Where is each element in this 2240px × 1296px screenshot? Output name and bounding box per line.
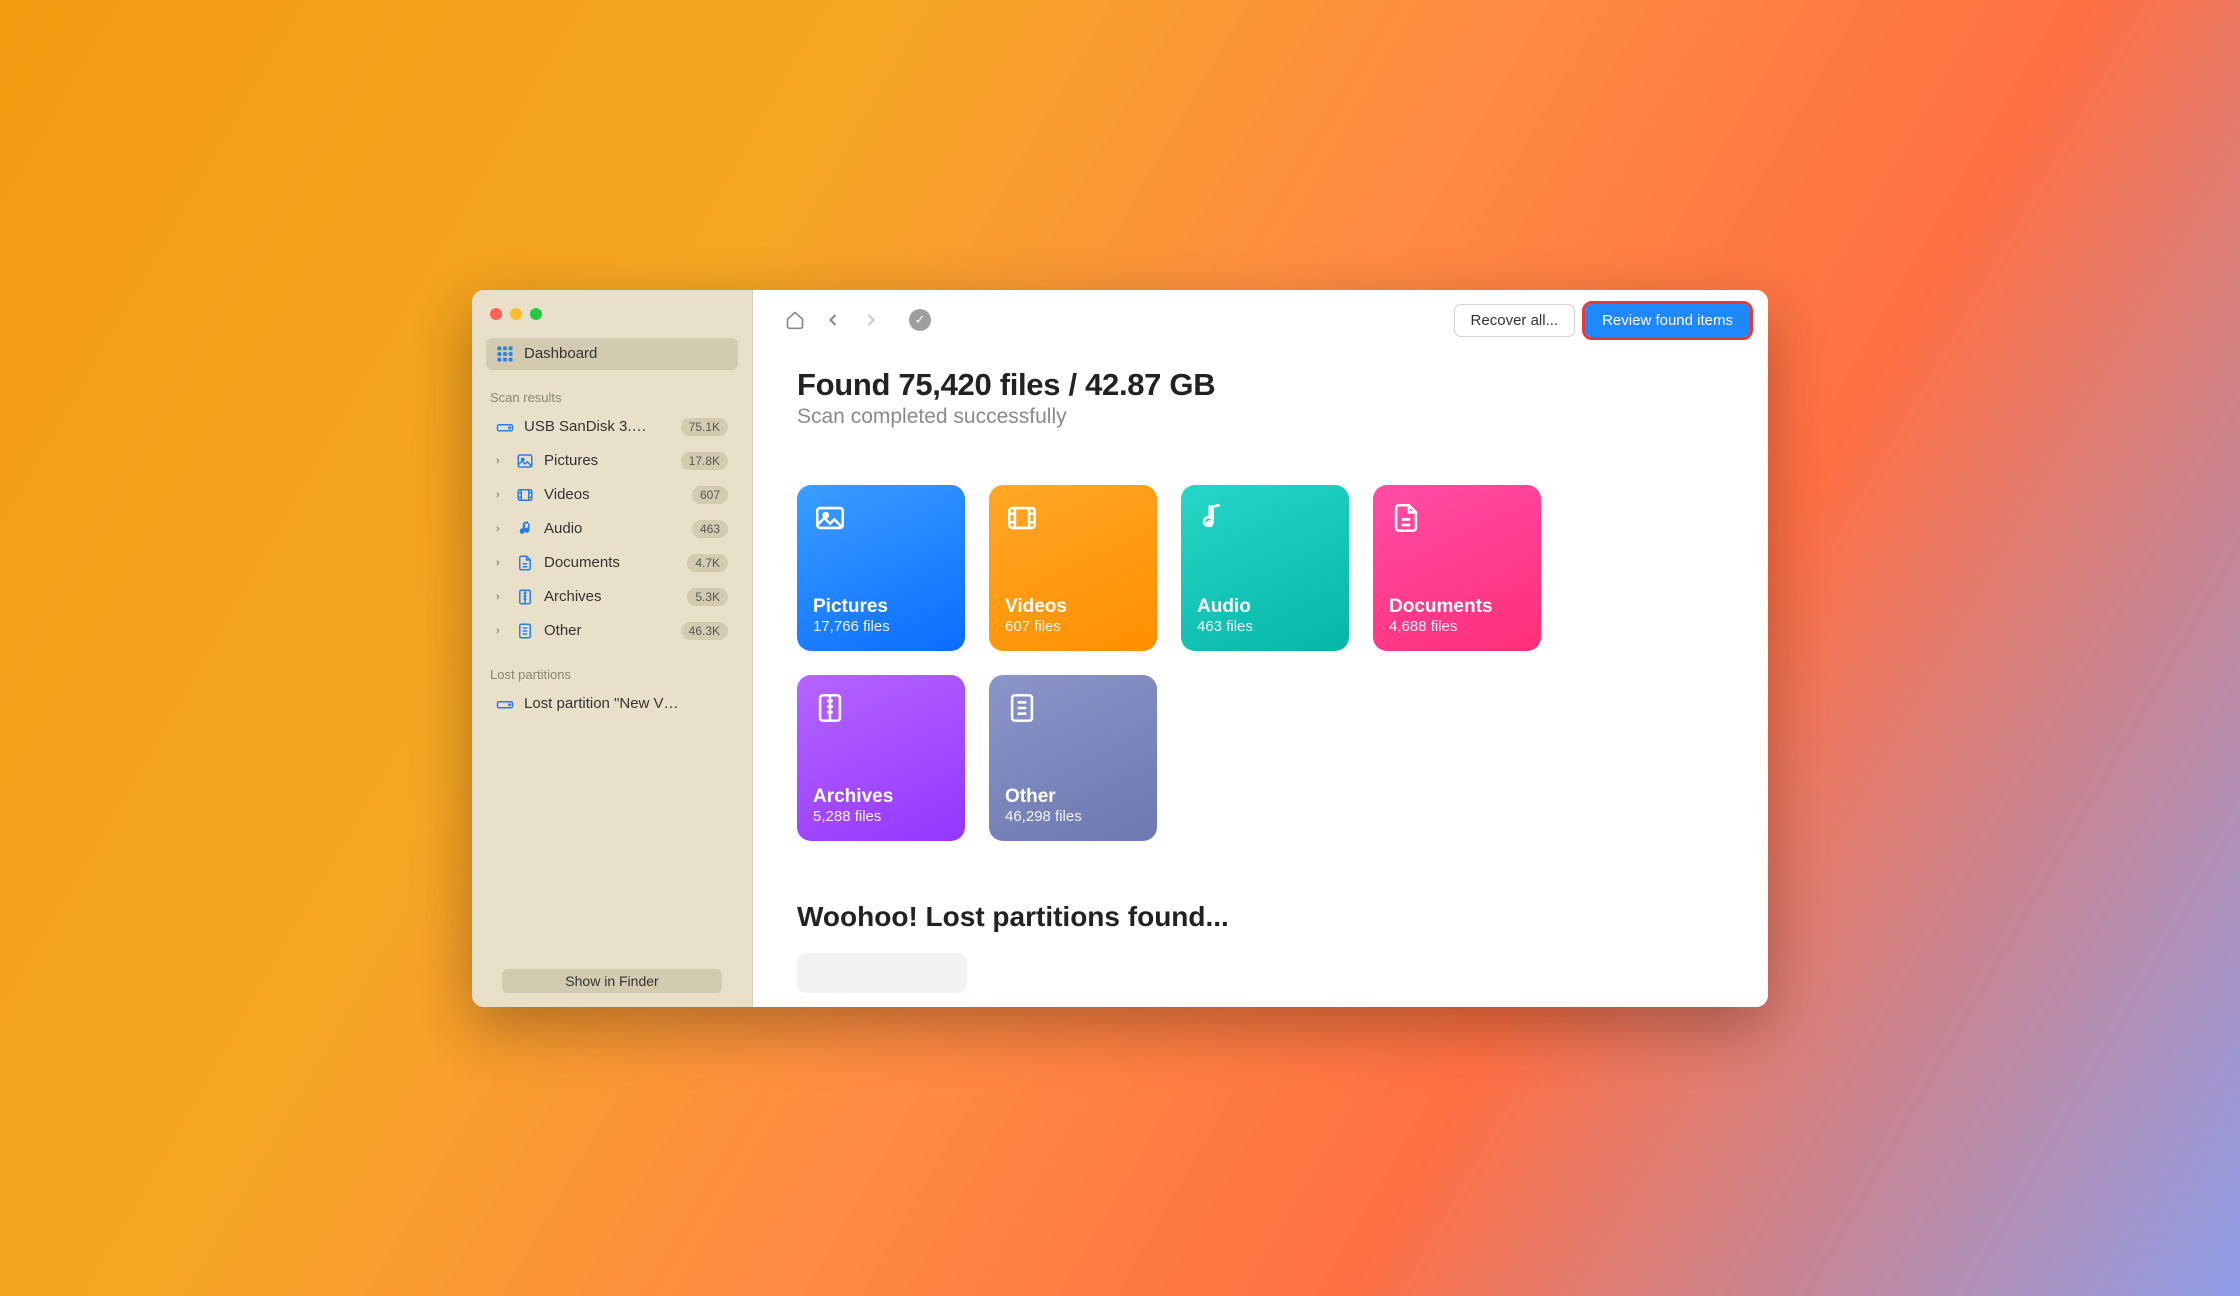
page-subtitle: Scan completed successfully [797, 405, 1724, 429]
zoom-window-button[interactable] [530, 308, 542, 320]
card-subtitle: 4,688 files [1389, 618, 1525, 635]
app-window: Dashboard Scan results USB SanDisk 3.… 7… [472, 290, 1768, 1007]
card-title: Documents [1389, 596, 1525, 618]
card-subtitle: 5,288 files [813, 808, 949, 825]
card-archives[interactable]: Archives 5,288 files [797, 675, 965, 841]
sidebar-item-lost-partition[interactable]: Lost partition "New V… [486, 688, 738, 720]
sidebar-item-label: Archives [544, 588, 677, 605]
window-controls [486, 302, 738, 338]
card-title: Videos [1005, 596, 1141, 618]
card-title: Audio [1197, 596, 1333, 618]
chevron-right-icon: › [496, 523, 506, 535]
content-area: Found 75,420 files / 42.87 GB Scan compl… [753, 347, 1768, 1007]
card-title: Other [1005, 786, 1141, 808]
sidebar-item-label: Documents [544, 554, 677, 571]
drive-icon [496, 695, 514, 713]
archive-icon [813, 691, 847, 725]
sidebar-item-label: Videos [544, 486, 682, 503]
sidebar-item-badge: 17.8K [681, 452, 728, 470]
picture-icon [813, 501, 847, 535]
show-in-finder-button[interactable]: Show in Finder [502, 969, 722, 993]
sidebar-item-label: Dashboard [524, 345, 728, 362]
lost-partitions-heading: Woohoo! Lost partitions found... [797, 901, 1724, 933]
picture-icon [516, 452, 534, 470]
card-subtitle: 463 files [1197, 618, 1333, 635]
home-icon[interactable] [781, 306, 809, 334]
sidebar-item-badge: 75.1K [681, 418, 728, 436]
close-window-button[interactable] [490, 308, 502, 320]
other-icon [1005, 691, 1039, 725]
drive-icon [496, 418, 514, 436]
grid-icon [496, 345, 514, 363]
sidebar-item-label: Pictures [544, 452, 671, 469]
audio-icon [1197, 501, 1231, 535]
nav-forward-icon [857, 306, 885, 334]
sidebar-item-drive[interactable]: USB SanDisk 3.… 75.1K [486, 411, 738, 443]
sidebar-item-label: USB SanDisk 3.… [524, 418, 671, 435]
recover-all-button[interactable]: Recover all... [1454, 304, 1576, 337]
nav-back-icon[interactable] [819, 306, 847, 334]
card-subtitle: 17,766 files [813, 618, 949, 635]
card-videos[interactable]: Videos 607 files [989, 485, 1157, 651]
sidebar-item-videos[interactable]: › Videos 607 [486, 479, 738, 511]
sidebar-item-badge: 46.3K [681, 622, 728, 640]
sidebar-item-badge: 463 [692, 520, 728, 538]
card-pictures[interactable]: Pictures 17,766 files [797, 485, 965, 651]
card-other[interactable]: Other 46,298 files [989, 675, 1157, 841]
minimize-window-button[interactable] [510, 308, 522, 320]
card-subtitle: 46,298 files [1005, 808, 1141, 825]
page-title: Found 75,420 files / 42.87 GB [797, 367, 1724, 403]
chevron-right-icon: › [496, 455, 506, 467]
sidebar-footer: Show in Finder [486, 959, 738, 993]
chevron-right-icon: › [496, 591, 506, 603]
sidebar-item-audio[interactable]: › Audio 463 [486, 513, 738, 545]
video-icon [516, 486, 534, 504]
card-title: Archives [813, 786, 949, 808]
sidebar-item-badge: 5.3K [687, 588, 728, 606]
sidebar-item-archives[interactable]: › Archives 5.3K [486, 581, 738, 613]
sidebar-item-label: Audio [544, 520, 682, 537]
card-audio[interactable]: Audio 463 files [1181, 485, 1349, 651]
video-icon [1005, 501, 1039, 535]
toolbar: ✓ Recover all... Review found items [753, 290, 1768, 347]
chevron-right-icon: › [496, 557, 506, 569]
sidebar-item-documents[interactable]: › Documents 4.7K [486, 547, 738, 579]
sidebar-item-pictures[interactable]: › Pictures 17.8K [486, 445, 738, 477]
archive-icon [516, 588, 534, 606]
card-subtitle: 607 files [1005, 618, 1141, 635]
lost-partition-card[interactable] [797, 953, 967, 993]
sidebar-item-label: Lost partition "New V… [524, 695, 728, 712]
sidebar-section-lost-partitions: Lost partitions [486, 649, 738, 688]
document-icon [516, 554, 534, 572]
sidebar: Dashboard Scan results USB SanDisk 3.… 7… [472, 290, 753, 1007]
sidebar-item-badge: 607 [692, 486, 728, 504]
category-cards: Pictures 17,766 files Videos 607 files [797, 485, 1724, 841]
card-title: Pictures [813, 596, 949, 618]
audio-icon [516, 520, 534, 538]
chevron-right-icon: › [496, 625, 506, 637]
sidebar-item-badge: 4.7K [687, 554, 728, 572]
sidebar-section-scan-results: Scan results [486, 372, 738, 411]
main-panel: ✓ Recover all... Review found items Foun… [753, 290, 1768, 1007]
chevron-right-icon: › [496, 489, 506, 501]
sidebar-item-dashboard[interactable]: Dashboard [486, 338, 738, 370]
status-check-icon: ✓ [909, 309, 931, 331]
review-found-items-button[interactable]: Review found items [1585, 304, 1750, 337]
document-icon [1389, 501, 1423, 535]
sidebar-item-other[interactable]: › Other 46.3K [486, 615, 738, 647]
other-icon [516, 622, 534, 640]
card-documents[interactable]: Documents 4,688 files [1373, 485, 1541, 651]
sidebar-item-label: Other [544, 622, 671, 639]
